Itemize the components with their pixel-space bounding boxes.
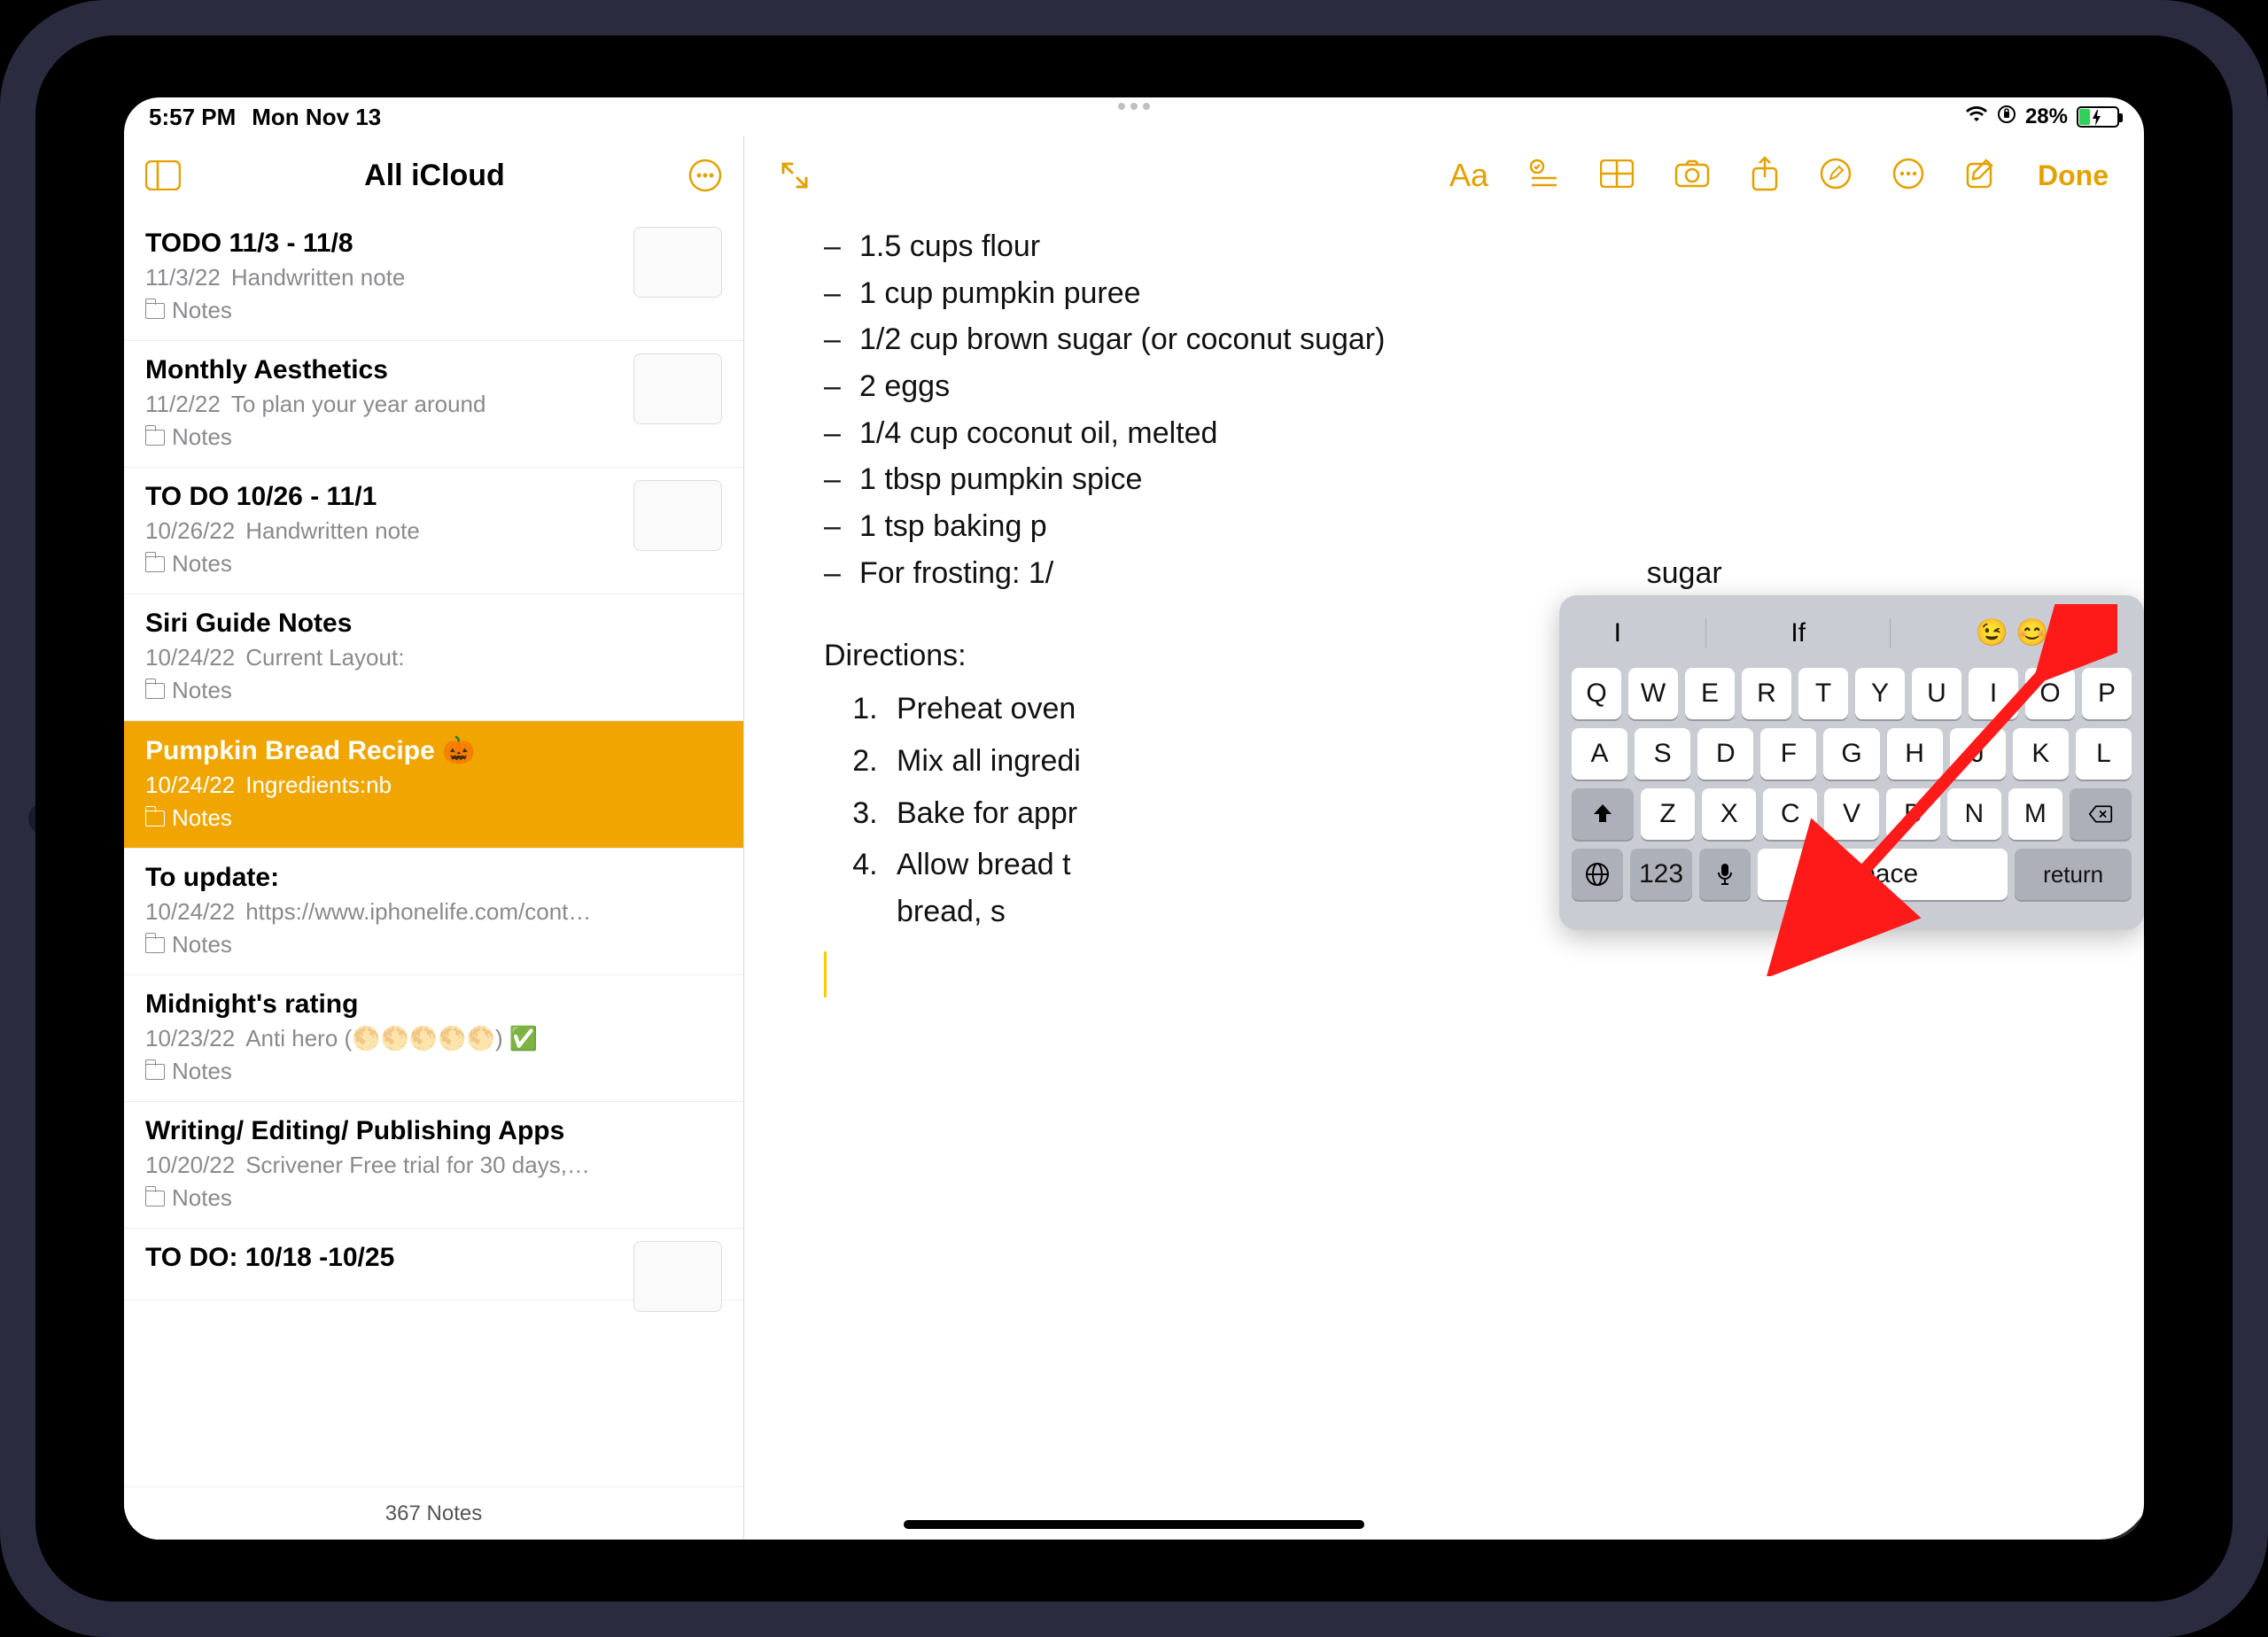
key-j[interactable]: J [1950, 728, 2006, 780]
sidebar-more-icon[interactable] [688, 159, 722, 192]
key-t[interactable]: T [1798, 668, 1848, 719]
key-d[interactable]: D [1697, 728, 1753, 780]
note-list-item[interactable]: TO DO: 10/18 -10/25 [124, 1229, 743, 1300]
shift-key[interactable] [1572, 788, 1634, 840]
note-list-item[interactable]: TODO 11/3 - 11/8 11/3/22Handwritten note… [124, 214, 743, 341]
key-b[interactable]: B [1886, 788, 1940, 840]
note-list-item[interactable]: Midnight's rating 10/23/22Anti hero (🌕🌕🌕… [124, 975, 743, 1102]
status-date: Mon Nov 13 [252, 104, 381, 131]
note-list-item[interactable]: TO DO 10/26 - 11/1 10/26/22Handwritten n… [124, 468, 743, 594]
keyboard-drag-handle[interactable] [1825, 909, 1878, 916]
suggestion-emojis[interactable]: 😉 😊 ☺️ [1976, 613, 2090, 655]
key-r[interactable]: R [1742, 668, 1791, 719]
format-icon[interactable]: Aa [1449, 157, 1488, 194]
ingredient-item: 1 cup pumpkin puree [859, 270, 2091, 317]
checklist-icon[interactable] [1529, 159, 1559, 193]
sidebar-toggle-icon[interactable] [145, 160, 181, 190]
key-w[interactable]: W [1628, 668, 1678, 719]
key-x[interactable]: X [1702, 788, 1756, 840]
globe-key[interactable] [1572, 849, 1623, 900]
suggestion-1[interactable]: I [1614, 613, 1621, 655]
wifi-icon [1965, 105, 1988, 129]
floating-keyboard[interactable]: I If 😉 😊 ☺️ QWERTYUIOP ASDFGHJKL [1559, 595, 2144, 930]
sidebar-title: All iCloud [364, 159, 505, 193]
dictation-key[interactable] [1699, 849, 1751, 900]
status-bar: 5:57 PM Mon Nov 13 28% [124, 97, 2144, 136]
markup-icon[interactable] [1820, 158, 1852, 194]
text-cursor [824, 951, 2091, 997]
editor-toolbar: Aa Done [744, 136, 2144, 214]
note-list-item[interactable]: Writing/ Editing/ Publishing Apps 10/20/… [124, 1102, 743, 1229]
key-c[interactable]: C [1763, 788, 1817, 840]
ingredient-item: 1/4 cup coconut oil, melted [859, 410, 2091, 457]
key-z[interactable]: Z [1641, 788, 1695, 840]
sidebar-footer: 367 Notes [124, 1486, 743, 1540]
key-k[interactable]: K [2013, 728, 2069, 780]
keyboard-suggestions: I If 😉 😊 ☺️ [1572, 608, 2132, 659]
key-y[interactable]: Y [1855, 668, 1905, 719]
key-f[interactable]: F [1760, 728, 1816, 780]
compose-icon[interactable] [1965, 158, 1997, 194]
done-button[interactable]: Done [2038, 159, 2109, 192]
ingredient-item: 1.5 cups flour [859, 223, 2091, 270]
backspace-key[interactable] [2070, 788, 2132, 840]
orientation-lock-icon [1997, 105, 2016, 130]
ingredients-list: 1.5 cups flour1 cup pumpkin puree1/2 cup… [824, 223, 2091, 597]
share-icon[interactable] [1751, 156, 1779, 196]
status-time: 5:57 PM [149, 104, 236, 131]
return-key[interactable]: return [2015, 849, 2132, 900]
note-list-item[interactable]: Pumpkin Bread Recipe 🎃 10/24/22Ingredien… [124, 721, 743, 849]
key-i[interactable]: I [1969, 668, 2018, 719]
key-g[interactable]: G [1823, 728, 1879, 780]
notes-list[interactable]: TODO 11/3 - 11/8 11/3/22Handwritten note… [124, 214, 743, 1486]
key-q[interactable]: Q [1572, 668, 1621, 719]
key-u[interactable]: U [1912, 668, 1961, 719]
key-a[interactable]: A [1572, 728, 1627, 780]
camera-icon[interactable] [1674, 159, 1710, 192]
battery-icon [2077, 106, 2119, 128]
ingredient-item: 1 tbsp pumpkin spice [859, 456, 2091, 503]
table-icon[interactable] [1600, 159, 1634, 192]
screen: 5:57 PM Mon Nov 13 28% [124, 97, 2144, 1540]
space-key[interactable]: space [1758, 849, 2008, 900]
note-content[interactable]: 1.5 cups flour1 cup pumpkin puree1/2 cup… [744, 214, 2144, 1540]
key-n[interactable]: N [1947, 788, 2001, 840]
ipad-bezel: 5:57 PM Mon Nov 13 28% [35, 35, 2233, 1602]
expand-icon[interactable] [780, 160, 810, 190]
numbers-key[interactable]: 123 [1630, 849, 1692, 900]
key-v[interactable]: V [1824, 788, 1878, 840]
ipad-frame: 5:57 PM Mon Nov 13 28% [0, 0, 2268, 1637]
home-indicator[interactable] [904, 1520, 1364, 1529]
note-list-item[interactable]: To update: 10/24/22https://www.iphonelif… [124, 849, 743, 975]
note-list-item[interactable]: Siri Guide Notes 10/24/22Current Layout:… [124, 594, 743, 721]
ingredient-item: For frosting: 1/ sugar [859, 550, 2091, 597]
key-o[interactable]: O [2025, 668, 2075, 719]
more-icon[interactable] [1892, 158, 1924, 194]
key-s[interactable]: S [1635, 728, 1690, 780]
page-curl [2082, 1478, 2144, 1540]
notes-sidebar: All iCloud TODO 11/3 - 11/8 11/3/22Handw… [124, 136, 744, 1540]
note-editor: Aa Done 1.5 cups flour1 cup pumpkin pure… [744, 136, 2144, 1540]
ingredient-item: 1 tsp baking p [859, 503, 2091, 550]
suggestion-2[interactable]: If [1790, 613, 1806, 655]
key-p[interactable]: P [2082, 668, 2132, 719]
key-h[interactable]: H [1887, 728, 1943, 780]
multitask-dots[interactable] [1118, 97, 1150, 110]
key-m[interactable]: M [2008, 788, 2062, 840]
note-list-item[interactable]: Monthly Aesthetics 11/2/22To plan your y… [124, 341, 743, 468]
ingredient-item: 1/2 cup brown sugar (or coconut sugar) [859, 316, 2091, 363]
key-l[interactable]: L [2076, 728, 2132, 780]
ingredient-item: 2 eggs [859, 363, 2091, 410]
battery-percent: 28% [2025, 105, 2068, 129]
key-e[interactable]: E [1685, 668, 1735, 719]
